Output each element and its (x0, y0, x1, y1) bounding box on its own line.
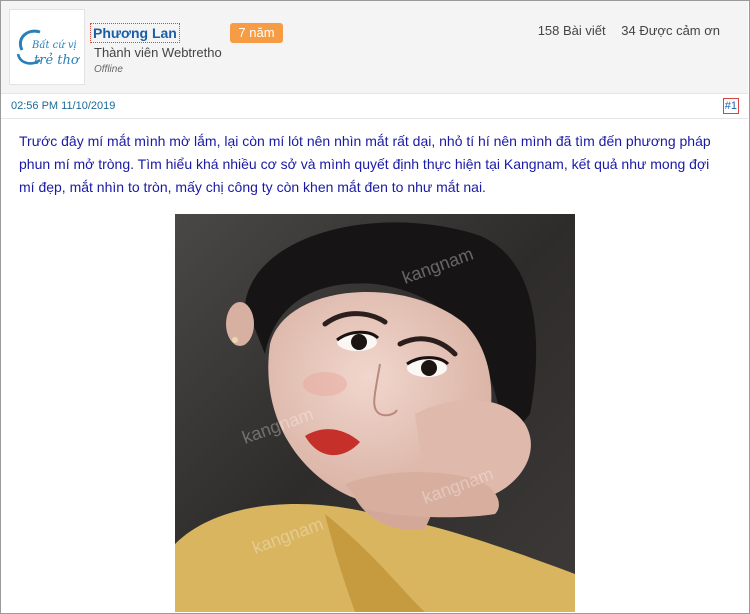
user-stats: 158 Bài viết 34 Được cảm ơn (526, 23, 720, 38)
post-photo[interactable]: kangnam kangnam kangnam kangnam (175, 214, 575, 612)
avatar-logo-text-line2: trẻ thơ (34, 53, 80, 68)
username-link[interactable]: Phương Lan (90, 23, 180, 43)
post-count: 158 Bài viết (537, 23, 606, 38)
post-header: Bất cứ vị trẻ thơ Phương Lan 7 năm Thành… (1, 1, 748, 94)
online-status: Offline (94, 64, 123, 75)
post-body: Trước đây mí mắt mình mờ lắm, lại còn mí… (19, 133, 711, 195)
membership-years-badge: 7 năm (230, 23, 283, 43)
user-role: Thành viên Webtretho (94, 45, 222, 60)
thanks-count: 34 Được cảm ơn (621, 23, 720, 38)
avatar[interactable]: Bất cứ vị trẻ thơ (9, 9, 85, 85)
post-permalink[interactable]: #1 (722, 98, 739, 114)
webtretho-logo-icon: Bất cứ vị trẻ thơ (16, 29, 80, 68)
post-meta-bar: 02:56 PM 11/10/2019 #1 (1, 94, 748, 119)
avatar-logo-text-line1: Bất cứ vị (31, 40, 77, 51)
portrait-image: kangnam kangnam kangnam kangnam (175, 214, 575, 612)
post-timestamp: 02:56 PM 11/10/2019 (11, 100, 116, 112)
